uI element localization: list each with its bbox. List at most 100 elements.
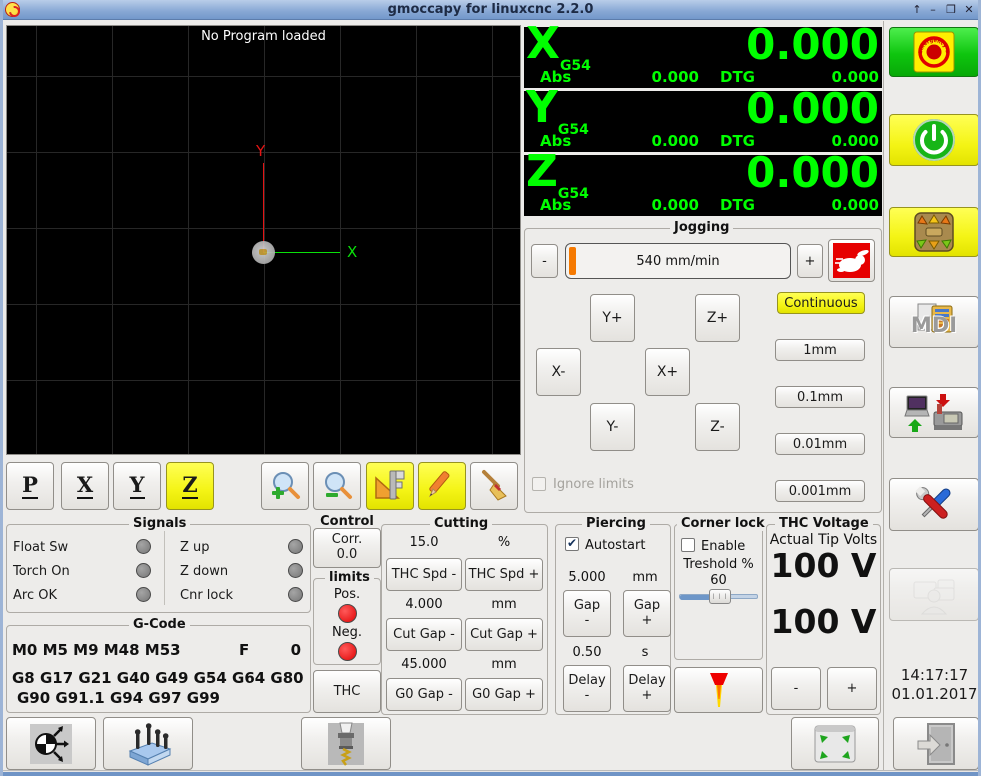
dro-axis-x[interactable]: XG54 0.000 Abs 0.000 DTG 0.000 [524, 18, 882, 88]
view-x-label: X [76, 471, 94, 497]
cut-gap-plus-button[interactable]: Cut Gap + [465, 618, 543, 651]
titlebar: gmoccapy for linuxcnc 2.2.0 ↑ – ❒ ✕ [3, 0, 978, 20]
shade-button[interactable]: ↑ [909, 2, 925, 18]
jog-x-minus-button[interactable]: X- [536, 348, 581, 396]
zoom-out-button[interactable] [313, 462, 361, 510]
torch-button[interactable] [674, 667, 763, 713]
jog-x-plus-button[interactable]: X+ [645, 348, 690, 396]
threshold-slider[interactable]: l l l [679, 589, 758, 604]
increment-1mm-button[interactable]: 1mm [775, 339, 865, 361]
y-axis-label: Y [256, 142, 266, 160]
app-window: gmoccapy for linuxcnc 2.2.0 ↑ – ❒ ✕ No P… [0, 0, 981, 776]
window-title: gmoccapy for linuxcnc 2.2.0 [387, 2, 594, 17]
increment-001mm-button[interactable]: 0.01mm [775, 433, 865, 455]
pierce-delay-minus-button[interactable]: Delay - [563, 665, 611, 712]
target-volts-value: 100 V [770, 602, 877, 641]
jog-z-plus-button[interactable]: Z+ [695, 294, 740, 342]
pierce-gap-minus-button[interactable]: Gap - [563, 590, 611, 637]
pierce-delay-plus-button[interactable]: Delay + [623, 665, 671, 712]
origin-arrows-icon [30, 723, 72, 764]
view-z-label: Z [182, 471, 198, 497]
cut-gap-value: 4.000 [405, 597, 443, 612]
view-p-label: P [22, 471, 38, 497]
minimize-button[interactable]: – [925, 2, 941, 18]
exit-button[interactable] [893, 717, 978, 770]
signal-arc-ok-label: Arc OK [13, 588, 57, 603]
tool-settings-button[interactable] [301, 717, 391, 770]
tools-icon [915, 485, 951, 519]
increment-continuous-button[interactable]: Continuous [777, 292, 865, 314]
view-x-button[interactable]: X [61, 462, 109, 510]
cut-gap-minus-button[interactable]: Cut Gap - [386, 618, 462, 651]
jog-y-minus-button[interactable]: Y- [590, 403, 635, 451]
limits-frame: limits Pos. Neg. [313, 570, 381, 665]
close-button[interactable]: ✕ [961, 2, 977, 18]
corner-lock-enable-checkbox[interactable] [681, 538, 695, 552]
draw-path-button[interactable] [418, 462, 466, 510]
thc-speed-unit: % [497, 535, 511, 550]
active-gcodes-line1: G8 G17 G21 G40 G49 G54 G64 G80 [12, 669, 304, 687]
gcode-title: G-Code [129, 617, 190, 632]
machine-on-button[interactable] [889, 114, 978, 166]
jog-speed-slider[interactable]: 540 mm/min [565, 243, 791, 279]
manual-mode-button[interactable] [889, 207, 978, 257]
touch-plate-icon [128, 722, 172, 766]
touch-off-button[interactable] [6, 717, 96, 770]
dro-x-abs-value: 0.000 [651, 68, 699, 86]
ignore-limits-label: Ignore limits [553, 477, 634, 492]
dro-y-value: 0.000 [746, 84, 879, 133]
jogging-title: Jogging [670, 220, 734, 235]
signal-z-up-label: Z up [180, 540, 210, 555]
increment-01mm-button[interactable]: 0.1mm [775, 386, 865, 408]
volts-minus-button[interactable]: - [771, 667, 821, 710]
pierce-gap-plus-button[interactable]: Gap + [623, 590, 671, 637]
thc-button[interactable]: THC [313, 670, 381, 713]
g0-gap-minus-button[interactable]: G0 Gap - [386, 678, 462, 711]
active-gcodes-line2: G90 G91.1 G94 G97 G99 [17, 689, 220, 707]
mdi-mode-button[interactable]: MDI [889, 296, 978, 348]
exit-door-icon [917, 722, 955, 765]
turtle-rabbit-toggle-button[interactable] [828, 239, 875, 282]
control-title: Control [320, 514, 374, 529]
volts-plus-button[interactable]: + [827, 667, 877, 710]
limits-pos-label: Pos. [333, 587, 361, 602]
jog-y-plus-button[interactable]: Y+ [590, 294, 635, 342]
dro-axis-y[interactable]: YG54 0.000 Abs 0.000 DTG 0.000 [524, 82, 882, 152]
thc-spd-plus-button[interactable]: THC Spd + [465, 558, 543, 591]
user-settings-button[interactable] [889, 568, 978, 621]
fullscreen-button[interactable] [791, 717, 879, 770]
signal-float-sw-label: Float Sw [13, 540, 69, 555]
signals-divider [164, 531, 165, 605]
signals-title: Signals [129, 516, 191, 531]
auto-mode-button[interactable] [889, 387, 978, 438]
threshold-slider-handle[interactable]: l l l [709, 589, 731, 604]
increment-0001mm-button[interactable]: 0.001mm [775, 480, 865, 502]
signal-z-down-label: Z down [180, 564, 229, 579]
limits-neg-label: Neg. [331, 625, 363, 640]
jog-speed-minus-button[interactable]: - [531, 244, 558, 278]
broom-icon [482, 470, 507, 501]
torch-flame-icon [709, 673, 728, 707]
zoom-in-button[interactable] [261, 462, 309, 510]
dimensions-button[interactable] [366, 462, 414, 510]
origin-marker [252, 241, 275, 264]
jog-z-minus-button[interactable]: Z- [695, 403, 740, 451]
view-p-button[interactable]: P [6, 462, 54, 510]
dro-axis-z[interactable]: ZG54 0.000 Abs 0.000 DTG 0.000 [524, 146, 882, 216]
maximize-button[interactable]: ❒ [943, 2, 959, 18]
gcode-preview[interactable]: No Program loaded Y X [6, 25, 521, 455]
pencil-icon [428, 471, 450, 498]
y-axis-line [263, 163, 264, 253]
settings-button[interactable] [889, 478, 978, 531]
clear-plot-button[interactable] [470, 462, 518, 510]
jog-speed-plus-button[interactable]: + [797, 244, 823, 278]
estop-button[interactable]: Emergency-Stop [889, 27, 978, 77]
autostart-checkbox[interactable] [565, 536, 579, 551]
ignore-limits-checkbox[interactable] [532, 477, 546, 491]
thc-spd-minus-button[interactable]: THC Spd - [386, 558, 462, 591]
correction-button[interactable]: Corr. 0.0 [313, 528, 381, 568]
view-z-button[interactable]: Z [166, 462, 214, 510]
probe-plate-button[interactable] [103, 717, 193, 770]
view-y-button[interactable]: Y [113, 462, 161, 510]
g0-gap-plus-button[interactable]: G0 Gap + [465, 678, 543, 711]
